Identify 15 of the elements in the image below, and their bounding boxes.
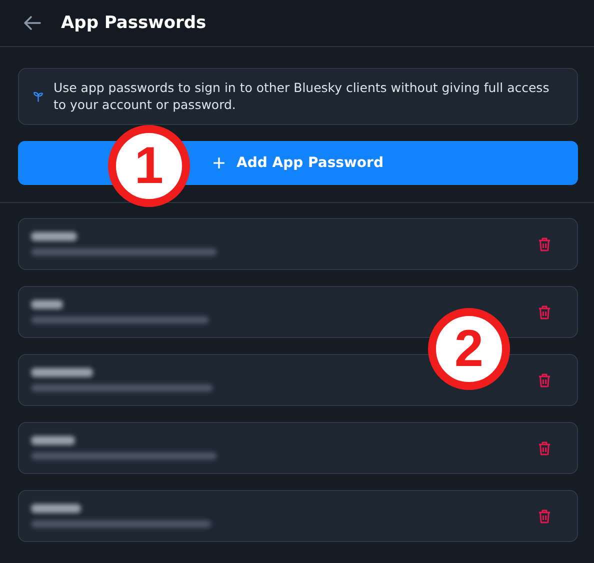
trash-icon[interactable] [538,372,551,388]
back-arrow-icon[interactable] [22,15,42,31]
blurred-name [31,504,81,513]
plus-icon [212,157,224,169]
annotation-badge: 1 [108,125,190,207]
blurred-name [31,300,63,309]
trash-icon[interactable] [538,440,551,456]
trash-icon[interactable] [538,236,551,252]
info-text: Use app passwords to sign in to other Bluesky clients without giving full access to your account or password. [53,79,550,113]
trash-icon[interactable] [538,304,551,320]
page-title: App Passwords [61,13,206,33]
blurred-name [31,368,93,377]
trash-icon[interactable] [538,508,551,524]
blurred-name [31,436,75,445]
blurred-name [31,232,77,241]
